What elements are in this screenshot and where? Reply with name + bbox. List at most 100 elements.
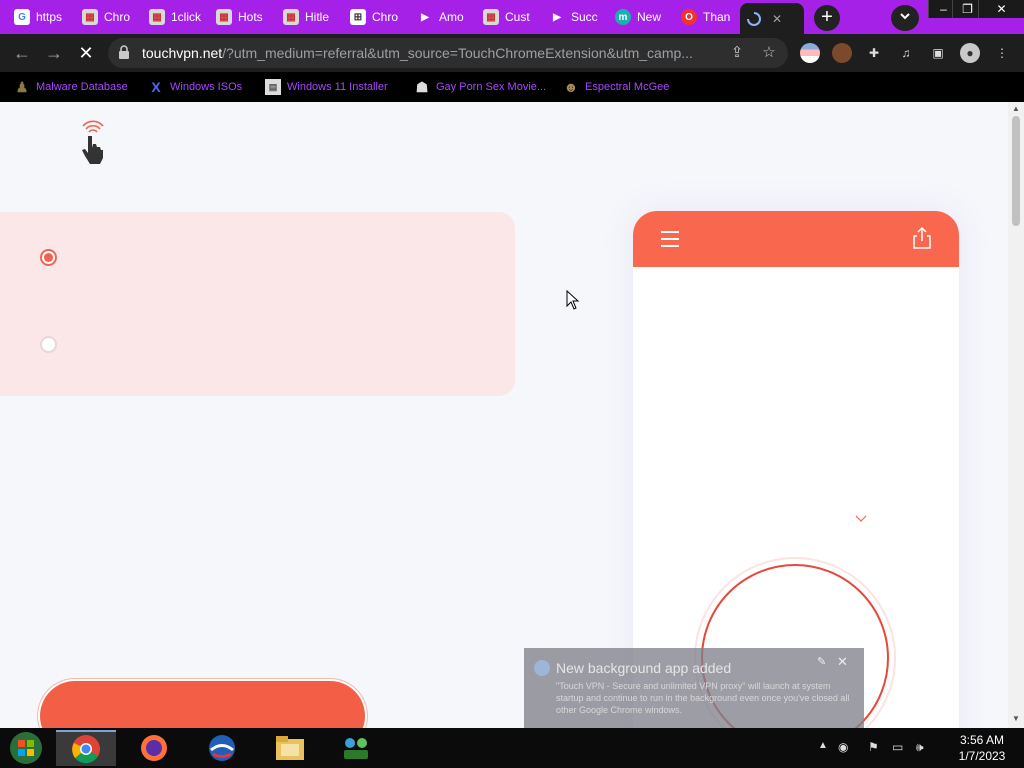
action-center-flag-icon[interactable]: ⚑ <box>868 740 879 754</box>
start-button[interactable] <box>0 730 52 766</box>
phone-header <box>633 211 959 267</box>
page-content <box>0 102 1008 728</box>
scrollbar-thumb[interactable] <box>1012 116 1020 226</box>
mouse-cursor-icon <box>566 290 580 310</box>
tab-5[interactable]: ▦ Hitle <box>277 3 343 31</box>
tab-10[interactable]: m New <box>609 3 675 31</box>
chrome-icon <box>72 735 100 764</box>
opera-icon: O <box>681 9 697 25</box>
bookmark-label: Gay Porn Sex Movie... <box>436 81 547 93</box>
extensions-puzzle-icon[interactable]: ✚ <box>864 43 884 63</box>
apps-grid-icon: ⊞ <box>350 9 366 25</box>
system-clock[interactable]: 3:56 AM 1/7/2023 <box>946 732 1018 764</box>
tab-title: Hots <box>238 10 263 24</box>
taskbar-network-app[interactable] <box>326 730 386 766</box>
settings-wrench-icon[interactable]: ✎ <box>817 655 826 668</box>
share-icon[interactable] <box>912 226 932 250</box>
network-icon[interactable]: ▭ <box>892 740 903 754</box>
bookmark-item[interactable]: X Windows ISOs <box>148 78 242 96</box>
tab-9[interactable]: ▶ Succ <box>543 3 609 31</box>
url-host: touchvpn.net <box>142 45 223 61</box>
tab-11[interactable]: O Than <box>675 3 741 31</box>
browser-logo-icon <box>209 735 235 761</box>
side-panel-icon[interactable]: ▣ <box>928 43 948 63</box>
stop-button[interactable]: ✕ <box>72 40 100 66</box>
new-tab-button[interactable]: + <box>814 5 840 31</box>
tab-title: New <box>637 10 662 24</box>
chevron-down-icon[interactable] <box>854 514 868 524</box>
store-icon: ▦ <box>149 9 165 25</box>
taskbar-chrome[interactable] <box>56 730 116 766</box>
bookmark-label: Windows 11 Installer <box>287 81 388 93</box>
google-icon: G <box>14 9 30 25</box>
browser-toolbar: ← → ✕ touchvpn.net/?utm_medium=referral&… <box>0 34 1024 72</box>
network-people-icon <box>344 738 368 759</box>
background-app-notification[interactable]: New background app added "Touch VPN - Se… <box>524 648 864 728</box>
figure-icon: ♟ <box>15 78 29 95</box>
profile-icon[interactable]: ● <box>960 43 980 63</box>
taskbar-firefox[interactable] <box>124 730 184 766</box>
taskbar-ie[interactable] <box>192 730 252 766</box>
ghost-icon: ☗ <box>415 78 429 95</box>
tab-3[interactable]: ▦ 1click <box>143 3 209 31</box>
scroll-up-arrow-icon[interactable]: ▲ <box>1012 104 1020 113</box>
tab-active[interactable]: ✕ <box>740 3 804 34</box>
store-icon: ▦ <box>216 9 232 25</box>
tab-2[interactable]: ▦ Chro <box>76 3 142 31</box>
loading-spinner-icon <box>746 11 762 27</box>
firefox-icon <box>141 735 167 761</box>
tab-title: Amo <box>439 10 464 24</box>
notification-title: New background app added <box>556 660 732 676</box>
close-window-button[interactable]: ✕ <box>978 0 1024 18</box>
url-path: /?utm_medium=referral&utm_source=TouchCh… <box>222 45 693 61</box>
chevron-down-icon <box>900 13 910 20</box>
tab-4[interactable]: ▦ Hots <box>210 3 276 31</box>
option-radio-1[interactable] <box>40 249 57 266</box>
extension-flag-icon[interactable] <box>800 43 820 63</box>
taskbar-file-explorer[interactable] <box>260 730 320 766</box>
tab-title: Than <box>703 10 731 24</box>
extension-avatar-icon[interactable] <box>832 43 852 63</box>
menu-kebab-icon[interactable]: ⋮ <box>992 43 1012 63</box>
media-control-icon[interactable]: ♫ <box>896 43 916 63</box>
show-hidden-icons-button[interactable]: ▲ <box>818 740 828 751</box>
clock-time: 3:56 AM <box>959 733 1005 747</box>
store-icon: ▦ <box>283 9 299 25</box>
option-radio-2[interactable] <box>40 336 57 353</box>
bookmark-item[interactable]: ♟ Malware Database <box>14 78 128 96</box>
touch-vpn-logo-icon <box>82 120 104 164</box>
windows-taskbar: ▲ ◉ ⚑ ▭ 🕪 3:56 AM 1/7/2023 <box>0 728 1024 768</box>
bookmark-item[interactable]: ▤ Windows 11 Installer <box>265 78 388 96</box>
tab-title: Cust <box>505 10 530 24</box>
server-options-card <box>0 212 515 396</box>
tab-title: https <box>36 10 63 24</box>
play-arrow-icon: ▶ <box>421 11 429 23</box>
tray-chrome-icon[interactable]: ◉ <box>838 740 848 754</box>
tab-title: Hitle <box>305 10 330 24</box>
bookmark-star-icon[interactable]: ☆ <box>760 44 778 62</box>
url-text: touchvpn.net/?utm_medium=referral&utm_so… <box>142 45 722 61</box>
tab-6[interactable]: ⊞ Chro <box>344 3 410 31</box>
hamburger-menu-icon[interactable] <box>661 231 679 247</box>
bookmark-item[interactable]: ☻ Espectral McGee <box>563 78 670 96</box>
forward-button[interactable]: → <box>40 40 68 66</box>
close-tab-icon[interactable]: ✕ <box>772 12 782 26</box>
page-scrollbar[interactable]: ▲ ▼ <box>1008 102 1024 728</box>
close-icon[interactable]: ✕ <box>837 654 848 670</box>
back-button[interactable]: ← <box>8 40 36 66</box>
share-icon[interactable]: ⇪ <box>728 44 746 62</box>
bookmark-item[interactable]: ☗ Gay Porn Sex Movie... <box>414 78 546 96</box>
tab-search-button[interactable] <box>891 5 919 31</box>
store-icon: ▦ <box>483 9 499 25</box>
image-icon: ▤ <box>265 79 281 95</box>
tab-title: 1click <box>171 10 202 24</box>
primary-action-button[interactable] <box>40 681 365 728</box>
tab-7[interactable]: ▶ Amo <box>411 3 477 31</box>
scroll-down-arrow-icon[interactable]: ▼ <box>1012 714 1020 723</box>
address-bar[interactable]: touchvpn.net/?utm_medium=referral&utm_so… <box>108 38 788 68</box>
tab-1[interactable]: G https <box>8 3 74 31</box>
x-icon: X <box>151 79 161 95</box>
tab-8[interactable]: ▦ Cust <box>477 3 543 31</box>
play-arrow-icon: ▶ <box>553 11 561 23</box>
volume-icon[interactable]: 🕪 <box>916 740 924 755</box>
